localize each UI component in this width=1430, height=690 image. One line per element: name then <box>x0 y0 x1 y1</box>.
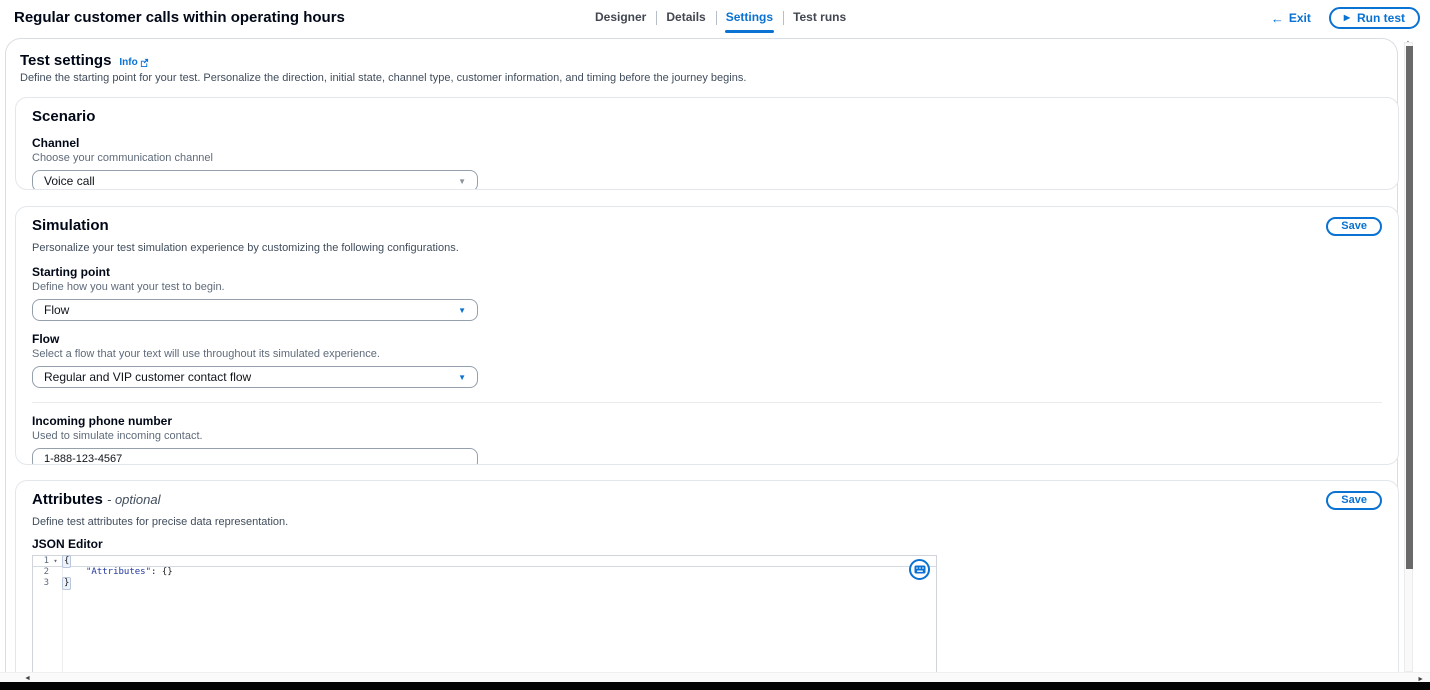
close-brace: } <box>62 577 71 590</box>
json-editor[interactable]: 1 ▾ { 2 "Attributes": {} 3 } <box>32 555 937 673</box>
chevron-down-icon: ▼ <box>458 177 466 186</box>
flow-select[interactable]: Regular and VIP customer contact flow ▼ <box>32 366 478 388</box>
keyboard-icon <box>914 565 926 574</box>
flow-select-value: Regular and VIP customer contact flow <box>44 370 251 384</box>
tab-settings[interactable]: Settings <box>716 0 783 37</box>
channel-help: Choose your communication channel <box>32 152 1382 164</box>
attributes-description: Define test attributes for precise data … <box>32 516 1382 528</box>
simulation-card: Simulation Save Personalize your test si… <box>15 206 1399 465</box>
vertical-scrollbar[interactable] <box>1404 42 1413 672</box>
simulation-title: Simulation <box>32 217 109 234</box>
exit-button[interactable]: ← Exit <box>1271 11 1311 25</box>
vertical-scrollbar-thumb[interactable] <box>1406 46 1413 569</box>
exit-label: Exit <box>1289 11 1311 25</box>
chevron-down-icon: ▼ <box>458 306 466 315</box>
open-brace: { <box>62 555 71 568</box>
section-divider <box>32 402 1382 403</box>
channel-label: Channel <box>32 136 1382 150</box>
play-icon: ▶ <box>1344 14 1350 22</box>
tab-bar: Designer Details Settings Test runs <box>585 0 856 37</box>
tab-test-runs[interactable]: Test runs <box>783 0 856 37</box>
chevron-down-icon: ▼ <box>458 373 466 382</box>
keyboard-shortcuts-button[interactable] <box>909 559 930 580</box>
info-link[interactable]: Info <box>119 57 148 68</box>
scrollbar-left-arrow[interactable]: ◄ <box>24 675 31 682</box>
channel-select[interactable]: Voice call ▼ <box>32 170 478 190</box>
header-actions: ← Exit ▶ Run test <box>1271 7 1420 29</box>
incoming-phone-input[interactable] <box>32 448 478 465</box>
channel-select-value: Voice call <box>44 174 95 188</box>
editor-line-1[interactable]: 1 ▾ { <box>33 556 936 567</box>
tab-details[interactable]: Details <box>656 0 715 37</box>
flow-label: Flow <box>32 332 1382 346</box>
attributes-card: Attributes - optional Save Define test a… <box>15 480 1399 673</box>
fold-toggle-icon[interactable]: ▾ <box>49 556 62 567</box>
panel-header: Test settings Info Define the starting p… <box>20 52 746 84</box>
scenario-title: Scenario <box>32 108 1382 125</box>
app-header: Regular customer calls within operating … <box>0 0 1430 37</box>
tab-designer[interactable]: Designer <box>585 0 656 37</box>
editor-line-3[interactable]: 3 } <box>33 578 936 589</box>
run-test-button[interactable]: ▶ Run test <box>1329 7 1420 29</box>
attributes-optional-suffix: - optional <box>107 492 160 507</box>
line-number: 1 <box>33 556 49 567</box>
scenario-card: Scenario Channel Choose your communicati… <box>15 97 1399 190</box>
starting-point-help: Define how you want your test to begin. <box>32 281 1382 293</box>
line-number: 3 <box>33 578 49 589</box>
run-test-label: Run test <box>1357 11 1405 25</box>
attributes-title: Attributes - optional <box>32 491 161 508</box>
attributes-save-button[interactable]: Save <box>1326 491 1382 510</box>
json-editor-label: JSON Editor <box>32 537 1382 551</box>
starting-point-select-value: Flow <box>44 303 69 317</box>
incoming-phone-help: Used to simulate incoming contact. <box>32 430 1382 442</box>
json-punctuation: : {} <box>151 567 173 577</box>
test-settings-panel: Test settings Info Define the starting p… <box>5 38 1398 672</box>
simulation-description: Personalize your test simulation experie… <box>32 242 1382 254</box>
page-title: Regular customer calls within operating … <box>14 9 345 26</box>
info-label: Info <box>119 57 137 68</box>
flow-help: Select a flow that your text will use th… <box>32 348 1382 360</box>
window-bottom-edge <box>0 682 1430 690</box>
simulation-save-button[interactable]: Save <box>1326 217 1382 236</box>
back-arrow-icon: ← <box>1271 12 1284 25</box>
starting-point-select[interactable]: Flow ▼ <box>32 299 478 321</box>
json-string-key: "Attributes" <box>86 567 151 577</box>
line-number: 2 <box>33 567 49 578</box>
panel-description: Define the starting point for your test.… <box>20 72 746 84</box>
incoming-phone-label: Incoming phone number <box>32 414 1382 428</box>
external-link-icon <box>140 58 149 67</box>
editor-line-2[interactable]: 2 "Attributes": {} <box>33 567 936 578</box>
starting-point-label: Starting point <box>32 265 1382 279</box>
json-code: "Attributes": {} <box>62 567 173 578</box>
panel-title: Test settings <box>20 52 111 69</box>
